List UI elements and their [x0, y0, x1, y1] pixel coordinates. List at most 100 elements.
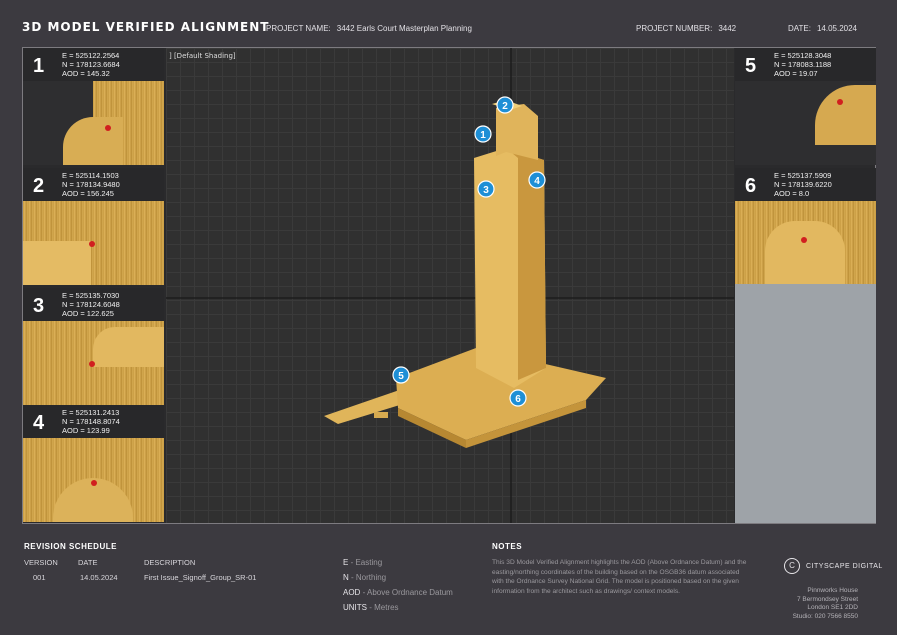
aod: AOD = 19.07	[774, 69, 818, 78]
panel-number: 2	[33, 175, 45, 197]
northing: N = 178139.6220	[774, 180, 832, 189]
alignment-point	[801, 237, 807, 243]
detail-panel-3[interactable]: 3 E = 525135.7030 N = 178124.6048 AOD = …	[23, 288, 164, 405]
project-number: PROJECT NUMBER: 3442	[636, 24, 736, 33]
page-title: 3D MODEL VERIFIED ALIGNMENT	[22, 20, 270, 34]
detail-panel-6[interactable]: 6 E = 525137.5909 N = 178139.6220 AOD = …	[735, 168, 876, 285]
marker-3[interactable]: 3	[477, 180, 495, 198]
legend-units: UNITS - Metres	[343, 603, 399, 612]
legend-aod: AOD - Above Ordnance Datum	[343, 588, 453, 597]
northing: N = 178134.9480	[62, 180, 120, 189]
marker-6[interactable]: 6	[509, 389, 527, 407]
3d-viewport[interactable]: ] [Default Shading] 1 2 3 4 5 6	[166, 48, 734, 523]
easting: E = 525114.1503	[62, 171, 119, 180]
panel-number: 5	[745, 55, 757, 77]
curved-surface	[63, 117, 123, 165]
svg-text:5: 5	[398, 371, 404, 382]
detail-view	[23, 201, 164, 285]
easting: E = 525128.3048	[774, 51, 832, 60]
northing: N = 178124.6048	[62, 300, 120, 309]
rev-row-version: 001	[33, 573, 46, 582]
detail-panel-2[interactable]: 2 E = 525114.1503 N = 178134.9480 AOD = …	[23, 168, 164, 285]
detail-view	[23, 438, 164, 522]
small-block	[374, 412, 388, 418]
panel-coords: E = 525128.3048 N = 178083.1188 AOD = 19…	[774, 51, 831, 78]
northing: N = 178083.1188	[774, 60, 832, 69]
project-name-value: 3442 Earls Court Masterplan Planning	[336, 24, 472, 33]
footer: REVISION SCHEDULE VERSION DATE DESCRIPTI…	[0, 530, 897, 635]
notes-title: NOTES	[492, 542, 523, 551]
project-number-label: PROJECT NUMBER:	[636, 24, 713, 33]
curved-surface	[765, 221, 845, 285]
panel-header: 3 E = 525135.7030 N = 178124.6048 AOD = …	[23, 288, 164, 321]
easting: E = 525131.2413	[62, 408, 120, 417]
detail-view	[23, 321, 164, 405]
aod: AOD = 123.99	[62, 426, 110, 435]
marker-2[interactable]: 2	[496, 96, 514, 114]
svg-text:2: 2	[502, 101, 508, 112]
revision-title: REVISION SCHEDULE	[24, 542, 117, 551]
marker-5[interactable]: 5	[392, 366, 410, 384]
panel-number: 4	[33, 412, 45, 434]
easting: E = 525122.2564	[62, 51, 120, 60]
notes-text: This 3D Model Verified Alignment highlig…	[492, 559, 747, 595]
roof-surface	[23, 241, 91, 285]
svg-text:6: 6	[515, 394, 521, 405]
panel-coords: E = 525137.5909 N = 178139.6220 AOD = 8.…	[774, 171, 832, 198]
panel-coords: E = 525114.1503 N = 178134.9480 AOD = 15…	[62, 171, 120, 198]
easting: E = 525137.5909	[774, 171, 832, 180]
rev-row-description: First Issue_Signoff_Group_SR-01	[144, 573, 257, 582]
alignment-point	[837, 99, 843, 105]
detail-panel-5[interactable]: 5 E = 525128.3048 N = 178083.1188 AOD = …	[735, 48, 876, 165]
detail-view	[23, 81, 164, 165]
date: DATE: 14.05.2024	[788, 24, 857, 33]
project-number-value: 3442	[718, 24, 737, 33]
svg-text:1: 1	[480, 130, 486, 141]
company-address: Pinnworks House 7 Bermondsey Street Lond…	[792, 587, 858, 620]
svg-text:4: 4	[534, 176, 540, 187]
empty-pane	[735, 284, 876, 523]
easting: E = 525135.7030	[62, 291, 120, 300]
date-value: 14.05.2024	[816, 24, 858, 33]
legend-northing: N - Northing	[343, 573, 387, 582]
project-name-label: PROJECT NAME:	[266, 24, 331, 33]
svg-text:3: 3	[483, 185, 489, 196]
aod: AOD = 122.625	[62, 309, 114, 318]
date-label: DATE:	[788, 24, 811, 33]
panel-coords: E = 525131.2413 N = 178148.8074 AOD = 12…	[62, 408, 120, 435]
company-logo-icon: C	[784, 558, 800, 574]
northing: N = 178148.8074	[62, 417, 120, 426]
panel-header: 6 E = 525137.5909 N = 178139.6220 AOD = …	[735, 168, 876, 201]
detail-panel-1[interactable]: 1 E = 525122.2564 N = 178123.6684 AOD = …	[23, 48, 164, 165]
panel-header: 4 E = 525131.2413 N = 178148.8074 AOD = …	[23, 405, 164, 438]
alignment-point	[91, 480, 97, 486]
alignment-point	[89, 361, 95, 367]
panel-header: 2 E = 525114.1503 N = 178134.9480 AOD = …	[23, 168, 164, 201]
legend-easting: E - Easting	[343, 558, 383, 567]
panel-coords: E = 525122.2564 N = 178123.6684 AOD = 14…	[62, 51, 120, 78]
panel-header: 1 E = 525122.2564 N = 178123.6684 AOD = …	[23, 48, 164, 81]
alignment-point	[105, 125, 111, 131]
marker-1[interactable]: 1	[474, 125, 492, 143]
northing: N = 178123.6684	[62, 60, 120, 69]
panel-coords: E = 525135.7030 N = 178124.6048 AOD = 12…	[62, 291, 120, 318]
header: 3D MODEL VERIFIED ALIGNMENT PROJECT NAME…	[0, 0, 897, 46]
detail-panel-4[interactable]: 4 E = 525131.2413 N = 178148.8074 AOD = …	[23, 405, 164, 522]
company-name: CITYSCAPE DIGITAL	[806, 563, 883, 570]
rev-row-date: 14.05.2024	[80, 573, 118, 582]
panel-number: 3	[33, 295, 45, 317]
rev-col-date: DATE	[78, 558, 98, 567]
aod: AOD = 145.32	[62, 69, 110, 78]
curved-surface	[93, 327, 164, 367]
rev-col-description: DESCRIPTION	[144, 558, 196, 567]
drawing-frame: 1 E = 525122.2564 N = 178123.6684 AOD = …	[22, 47, 876, 524]
aod: AOD = 8.0	[774, 189, 810, 198]
panel-header: 5 E = 525128.3048 N = 178083.1188 AOD = …	[735, 48, 876, 81]
detail-view	[735, 81, 876, 165]
project-name: PROJECT NAME: 3442 Earls Court Masterplan…	[266, 24, 472, 33]
marker-4[interactable]: 4	[528, 171, 546, 189]
panel-number: 6	[745, 175, 757, 197]
aod: AOD = 156.245	[62, 189, 114, 198]
building-model: 1 2 3 4 5 6	[166, 48, 734, 523]
alignment-point	[89, 241, 95, 247]
